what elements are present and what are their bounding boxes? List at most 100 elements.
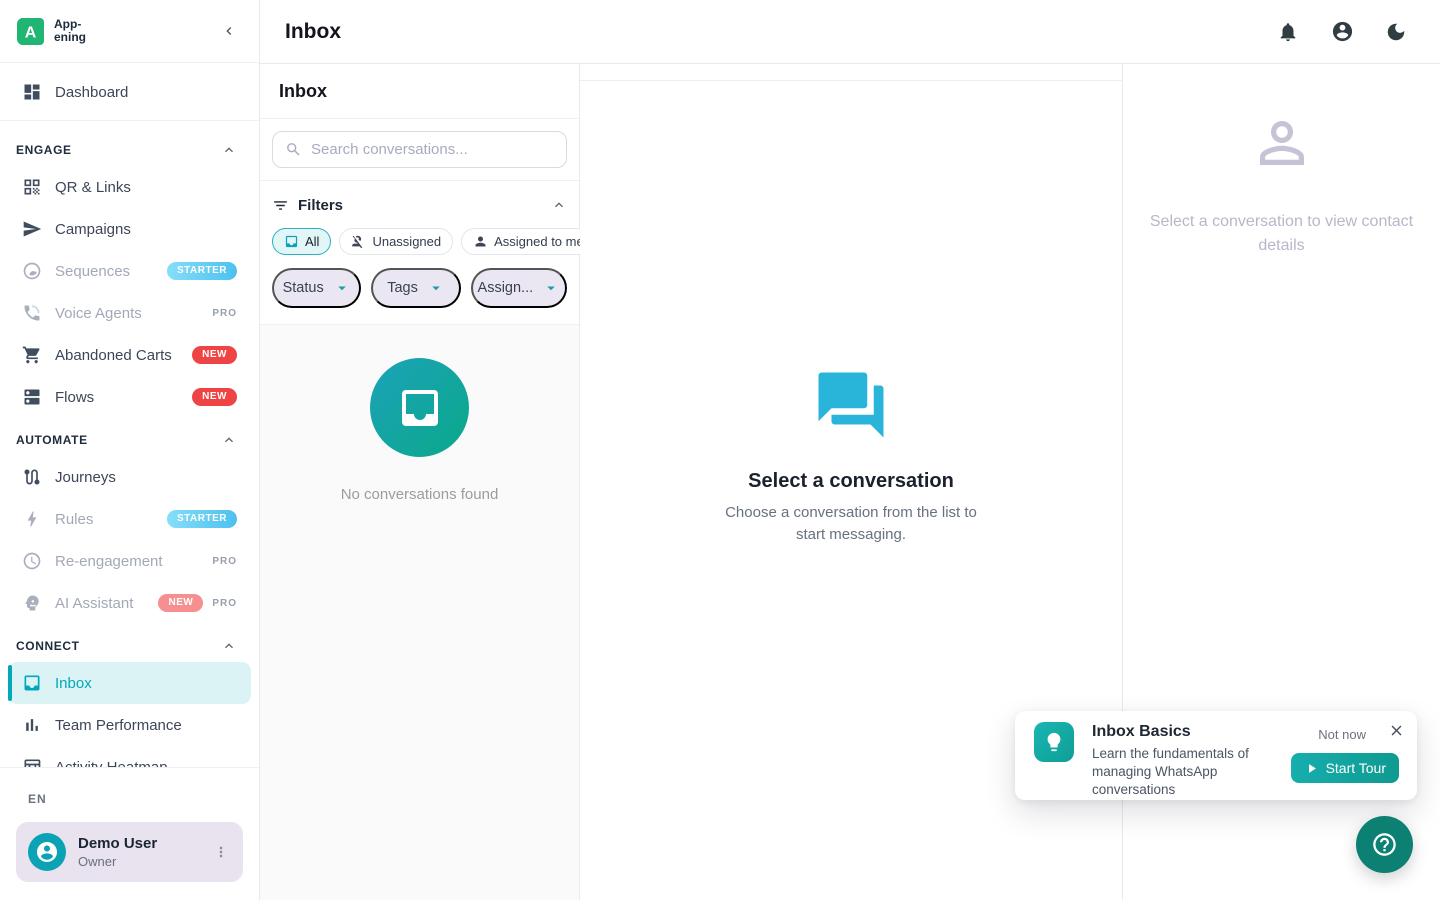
filters-section: Filters All Unassigned	[260, 181, 579, 325]
section-header-engage[interactable]: ENGAGE	[8, 128, 251, 166]
active-indicator	[8, 665, 12, 701]
account-button[interactable]	[1330, 20, 1354, 44]
account-circle-icon	[1331, 20, 1354, 43]
filter-dropdowns: Status Tags Assign...	[272, 268, 567, 308]
close-button[interactable]	[1388, 721, 1406, 739]
user-menu-button[interactable]	[209, 840, 233, 864]
sidebar: A App- ening Dashboard ENGAGE	[0, 0, 260, 900]
filter-chips: All Unassigned Assigned to me	[272, 228, 567, 255]
sidebar-item-journeys[interactable]: Journeys	[8, 456, 251, 498]
sidebar-item-dashboard[interactable]: Dashboard	[8, 71, 251, 113]
filters-header[interactable]: Filters	[272, 189, 567, 221]
search-icon	[285, 141, 302, 158]
tour-title: Inbox Basics	[1092, 723, 1270, 741]
status-dropdown[interactable]: Status	[272, 268, 361, 308]
notifications-button[interactable]	[1276, 20, 1300, 44]
user-info: Demo User Owner	[78, 835, 157, 869]
chip-all[interactable]: All	[272, 228, 331, 255]
inbox-icon	[22, 673, 42, 693]
tour-card: Inbox Basics Learn the fundamentals of m…	[1015, 711, 1417, 800]
user-name: Demo User	[78, 835, 157, 852]
sidebar-item-label: Rules	[55, 511, 93, 528]
sidebar-item-label: Dashboard	[55, 84, 128, 101]
ai-icon	[22, 593, 42, 613]
page-title: Inbox	[285, 20, 341, 44]
tags-dropdown[interactable]: Tags	[371, 268, 460, 308]
dark-mode-toggle[interactable]	[1384, 20, 1408, 44]
tour-actions: Not now Start Tour	[1291, 719, 1399, 800]
sidebar-item-label: AI Assistant	[55, 595, 133, 612]
chevron-up-icon[interactable]	[551, 197, 567, 213]
user-role: Owner	[78, 854, 157, 869]
inbox-empty-icon	[370, 358, 469, 457]
search-box[interactable]	[272, 131, 567, 168]
sidebar-item-qr-links[interactable]: QR & Links	[8, 166, 251, 208]
sidebar-item-campaigns[interactable]: Campaigns	[8, 208, 251, 250]
start-tour-label: Start Tour	[1326, 760, 1386, 776]
chevron-up-icon	[221, 638, 237, 654]
sidebar-item-label: Abandoned Carts	[55, 347, 172, 364]
chat-empty-title: Select a conversation	[748, 470, 954, 493]
sidebar-item-ai-assistant[interactable]: AI Assistant NEW PRO	[8, 582, 251, 624]
chip-assigned-to-me[interactable]: Assigned to me	[461, 228, 596, 255]
play-icon	[1304, 761, 1319, 776]
chevron-left-icon	[221, 23, 237, 39]
sidebar-nav: Dashboard ENGAGE QR & Links Campaigns	[0, 63, 259, 767]
sequence-icon	[22, 261, 42, 281]
dropdown-label: Assign...	[478, 280, 534, 296]
section-title: CONNECT	[16, 639, 80, 653]
language-selector[interactable]: EN	[16, 782, 243, 822]
sidebar-item-team-performance[interactable]: Team Performance	[8, 704, 251, 746]
sidebar-footer: EN Demo User Owner	[0, 767, 259, 900]
chip-unassigned[interactable]: Unassigned	[339, 228, 453, 255]
header-icons	[1276, 20, 1408, 44]
conversation-panel-title: Inbox	[260, 64, 579, 119]
caret-down-icon	[542, 279, 560, 297]
bolt-icon	[22, 509, 42, 529]
heatmap-icon	[22, 757, 42, 767]
sidebar-item-label: Team Performance	[55, 717, 182, 734]
chip-label: Assigned to me	[494, 234, 584, 249]
sidebar-item-flows[interactable]: Journeys Flows NEW	[8, 376, 251, 418]
sidebar-item-re-engagement[interactable]: Re-engagement PRO	[8, 540, 251, 582]
chat-bubbles-icon	[812, 366, 890, 444]
conversation-panel: Inbox Filters	[260, 64, 580, 900]
sidebar-item-voice-agents[interactable]: Voice Agents PRO	[8, 292, 251, 334]
divider	[0, 120, 259, 121]
dropdown-label: Tags	[387, 280, 418, 296]
chat-empty-subtitle: Choose a conversation from the list to s…	[715, 502, 987, 545]
search-input[interactable]	[311, 141, 554, 158]
chip-label: Unassigned	[372, 234, 441, 249]
sidebar-item-label: Inbox	[55, 675, 92, 692]
starter-badge: STARTER	[167, 510, 237, 528]
help-icon	[1371, 831, 1398, 858]
filters-title: Filters	[298, 197, 343, 214]
caret-down-icon	[427, 279, 445, 297]
person-off-icon	[351, 234, 366, 249]
sidebar-collapse-button[interactable]	[215, 17, 243, 45]
sidebar-item-rules[interactable]: Rules STARTER	[8, 498, 251, 540]
sidebar-item-abandoned-carts[interactable]: Abandoned Carts NEW	[8, 334, 251, 376]
assignee-dropdown[interactable]: Assign...	[471, 268, 567, 308]
section-header-automate[interactable]: AUTOMATE	[8, 418, 251, 456]
bell-icon	[1277, 21, 1299, 43]
starter-badge: STARTER	[167, 262, 237, 280]
bar-chart-icon	[22, 715, 42, 735]
help-button[interactable]	[1356, 816, 1413, 873]
section-header-connect[interactable]: CONNECT	[8, 624, 251, 662]
close-icon	[1388, 722, 1405, 739]
tour-body: Learn the fundamentals of managing Whats…	[1092, 745, 1270, 799]
not-now-button[interactable]: Not now	[1318, 727, 1366, 742]
flows-icon	[22, 387, 42, 407]
new-badge: NEW	[158, 594, 203, 612]
sidebar-item-activity-heatmap[interactable]: Activity Heatmap	[8, 746, 251, 767]
start-tour-button[interactable]: Start Tour	[1291, 753, 1399, 783]
user-card[interactable]: Demo User Owner	[16, 822, 243, 882]
sidebar-item-label: Journeys	[55, 469, 116, 486]
chat-toolbar-strip	[580, 64, 1122, 81]
contact-empty-text: Select a conversation to view contact de…	[1136, 210, 1428, 258]
route-icon	[22, 467, 42, 487]
sidebar-item-sequences[interactable]: Sequences STARTER	[8, 250, 251, 292]
svg-text:A: A	[25, 24, 37, 41]
sidebar-item-inbox[interactable]: Inbox	[8, 662, 251, 704]
